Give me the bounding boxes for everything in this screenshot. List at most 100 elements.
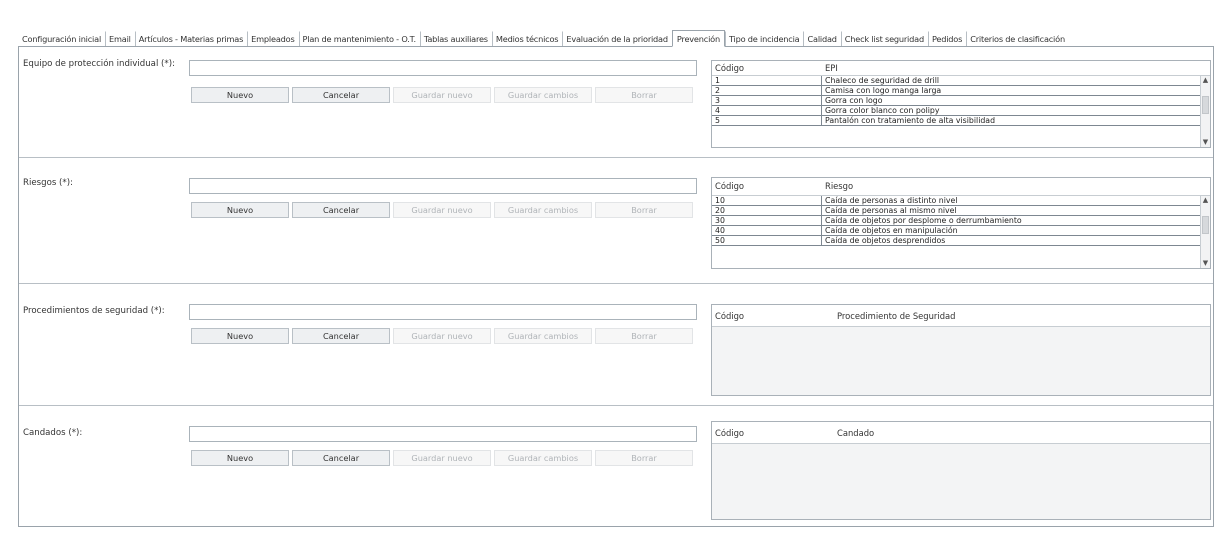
row-code: 30 [712, 216, 822, 225]
riesgos-section: Riesgos (*): Nuevo Cancelar Guardar nuev… [19, 158, 1213, 284]
riesgos-col-riesgo[interactable]: Riesgo [822, 178, 1210, 195]
riesgos-borrar-button[interactable]: Borrar [595, 202, 693, 218]
row-code: 3 [712, 96, 822, 105]
scroll-thumb[interactable] [1202, 216, 1209, 234]
epi-grid-header: Código EPI [712, 61, 1210, 76]
table-row[interactable]: 4 Gorra color blanco con polipy [712, 106, 1210, 116]
riesgos-col-codigo[interactable]: Código [712, 178, 822, 195]
epi-button-row: Nuevo Cancelar Guardar nuevo Guardar cam… [191, 87, 696, 103]
epi-input[interactable] [189, 60, 697, 76]
procedimientos-guardar-cambios-button[interactable]: Guardar cambios [494, 328, 592, 344]
row-name: Camisa con logo manga larga [825, 86, 942, 95]
epi-section: Equipo de protección individual (*): Nue… [19, 47, 1213, 158]
table-row[interactable]: 1 Chaleco de seguridad de drill [712, 76, 1210, 86]
tab-criterios-clasificacion[interactable]: Criterios de clasificación [966, 31, 1069, 46]
candados-guardar-cambios-button[interactable]: Guardar cambios [494, 450, 592, 466]
tab-articulos[interactable]: Artículos - Materias primas [134, 31, 247, 46]
candados-col-candado[interactable]: Candado [834, 422, 1210, 443]
epi-nuevo-button[interactable]: Nuevo [191, 87, 289, 103]
tab-pedidos[interactable]: Pedidos [927, 31, 966, 46]
epi-guardar-cambios-button[interactable]: Guardar cambios [494, 87, 592, 103]
row-code: 4 [712, 106, 822, 115]
scroll-up-icon[interactable]: ▲ [1201, 76, 1210, 85]
table-row[interactable]: 5 Pantalón con tratamiento de alta visibi… [712, 116, 1210, 126]
tab-configuracion-inicial[interactable]: Configuración inicial [18, 31, 105, 46]
tab-check-list-seguridad[interactable]: Check list seguridad [840, 31, 928, 46]
riesgos-guardar-cambios-button[interactable]: Guardar cambios [494, 202, 592, 218]
candados-nuevo-button[interactable]: Nuevo [191, 450, 289, 466]
epi-col-codigo[interactable]: Código [712, 61, 822, 75]
table-row[interactable]: 40 Caída de objetos en manipulación [712, 226, 1210, 236]
tab-prevencion[interactable]: Prevención [671, 30, 725, 47]
tab-panel-prevencion: Equipo de protección individual (*): Nue… [18, 47, 1214, 527]
procedimientos-col-codigo[interactable]: Código [712, 305, 834, 326]
procedimientos-section: Procedimientos de seguridad (*): Nuevo C… [19, 284, 1213, 406]
epi-guardar-nuevo-button[interactable]: Guardar nuevo [393, 87, 491, 103]
procedimientos-nuevo-button[interactable]: Nuevo [191, 328, 289, 344]
epi-grid: Código EPI 1 Chaleco de seguridad de dril… [711, 60, 1211, 148]
candados-borrar-button[interactable]: Borrar [595, 450, 693, 466]
procedimientos-input[interactable] [189, 304, 697, 320]
table-row[interactable]: 50 Caída de objetos desprendidos [712, 236, 1210, 246]
row-name: Pantalón con tratamiento de alta visibil… [825, 116, 996, 125]
riesgos-label: Riesgos (*): [23, 178, 73, 188]
procedimientos-label: Procedimientos de seguridad (*): [23, 306, 165, 316]
procedimientos-button-row: Nuevo Cancelar Guardar nuevo Guardar cam… [191, 328, 696, 344]
scroll-up-icon[interactable]: ▲ [1201, 196, 1210, 205]
row-name: Caída de objetos desprendidos [825, 236, 946, 245]
epi-cancelar-button[interactable]: Cancelar [292, 87, 390, 103]
riesgos-grid-scrollbar[interactable]: ▲ ▼ [1200, 196, 1210, 268]
tab-email[interactable]: Email [105, 31, 135, 46]
procedimientos-grid: Código Procedimiento de Seguridad [711, 304, 1211, 396]
candados-grid: Código Candado [711, 421, 1211, 520]
table-row[interactable]: 30 Caída de objetos por desplome o derrum… [712, 216, 1210, 226]
epi-label: Equipo de protección individual (*): [23, 59, 175, 69]
row-code: 20 [712, 206, 822, 215]
riesgos-cancelar-button[interactable]: Cancelar [292, 202, 390, 218]
candados-grid-header: Código Candado [712, 422, 1210, 444]
candados-label: Candados (*): [23, 428, 83, 438]
candados-guardar-nuevo-button[interactable]: Guardar nuevo [393, 450, 491, 466]
scroll-down-icon[interactable]: ▼ [1201, 138, 1210, 147]
epi-col-epi[interactable]: EPI [822, 61, 1210, 75]
riesgos-input[interactable] [189, 178, 697, 194]
procedimientos-borrar-button[interactable]: Borrar [595, 328, 693, 344]
tab-calidad[interactable]: Calidad [803, 31, 840, 46]
row-code: 2 [712, 86, 822, 95]
row-name: Caída de objetos en manipulación [825, 226, 958, 235]
row-code: 40 [712, 226, 822, 235]
tab-tablas-auxiliares[interactable]: Tablas auxiliares [419, 31, 492, 46]
table-row[interactable]: 20 Caída de personas al mismo nivel [712, 206, 1210, 216]
row-code: 5 [712, 116, 822, 125]
tab-plan-mantenimiento[interactable]: Plan de mantenimiento - O.T. [298, 31, 420, 46]
riesgos-button-row: Nuevo Cancelar Guardar nuevo Guardar cam… [191, 202, 696, 218]
epi-borrar-button[interactable]: Borrar [595, 87, 693, 103]
table-row[interactable]: 3 Gorra con logo [712, 96, 1210, 106]
candados-button-row: Nuevo Cancelar Guardar nuevo Guardar cam… [191, 450, 696, 466]
tab-evaluacion-prioridad[interactable]: Evaluación de la prioridad [562, 31, 672, 46]
row-code: 1 [712, 76, 822, 85]
scroll-down-icon[interactable]: ▼ [1201, 259, 1210, 268]
candados-cancelar-button[interactable]: Cancelar [292, 450, 390, 466]
epi-grid-scrollbar[interactable]: ▲ ▼ [1200, 76, 1210, 147]
procedimientos-guardar-nuevo-button[interactable]: Guardar nuevo [393, 328, 491, 344]
row-code: 10 [712, 196, 822, 205]
riesgos-nuevo-button[interactable]: Nuevo [191, 202, 289, 218]
table-row[interactable]: 10 Caída de personas a distinto nivel [712, 196, 1210, 206]
procedimientos-cancelar-button[interactable]: Cancelar [292, 328, 390, 344]
riesgos-grid: Código Riesgo 10 Caída de personas a dist… [711, 177, 1211, 269]
procedimientos-grid-header: Código Procedimiento de Seguridad [712, 305, 1210, 327]
candados-col-codigo[interactable]: Código [712, 422, 834, 443]
row-name: Caída de personas a distinto nivel [825, 196, 958, 205]
row-code: 50 [712, 236, 822, 245]
procedimientos-col-procedimiento[interactable]: Procedimiento de Seguridad [834, 305, 1210, 326]
tab-tipo-incidencia[interactable]: Tipo de incidencia [724, 31, 804, 46]
candados-section: Candados (*): Nuevo Cancelar Guardar nue… [19, 406, 1213, 527]
scroll-thumb[interactable] [1202, 96, 1209, 114]
table-row[interactable]: 2 Camisa con logo manga larga [712, 86, 1210, 96]
tab-empleados[interactable]: Empleados [247, 31, 298, 46]
row-name: Gorra con logo [825, 96, 883, 105]
candados-input[interactable] [189, 426, 697, 442]
tab-medios-tecnicos[interactable]: Medios técnicos [491, 31, 562, 46]
riesgos-guardar-nuevo-button[interactable]: Guardar nuevo [393, 202, 491, 218]
